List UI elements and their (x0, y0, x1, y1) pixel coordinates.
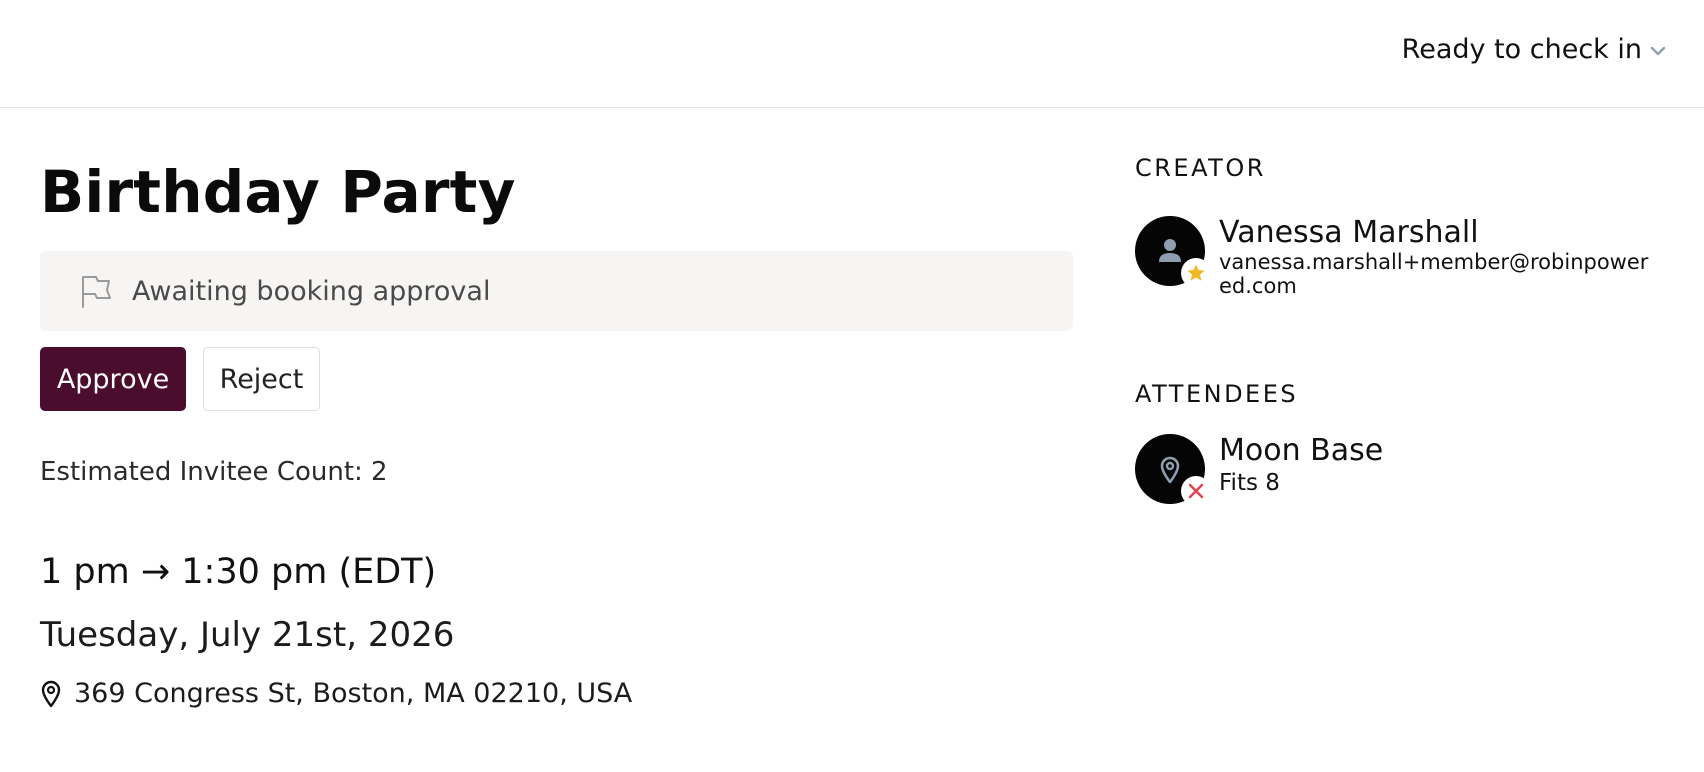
map-pin-icon (41, 680, 61, 707)
attendee-name: Moon Base (1219, 433, 1384, 468)
star-icon (1187, 264, 1205, 281)
x-icon (1188, 483, 1204, 499)
location-pin-icon (1160, 456, 1180, 484)
chevron-down-icon (1650, 46, 1666, 55)
approval-status-text: Awaiting booking approval (132, 275, 491, 307)
avatar (1135, 434, 1211, 506)
reject-button[interactable]: Reject (203, 347, 320, 411)
user-icon (1159, 239, 1181, 262)
invitee-count: Estimated Invitee Count: 2 (40, 457, 388, 487)
creator-email: vanessa.marshall+member@robinpowered.com (1219, 250, 1649, 298)
approve-button[interactable]: Approve (40, 347, 186, 411)
creator-section-label: CREATOR (1135, 154, 1266, 182)
attendee-capacity: Fits 8 (1219, 470, 1280, 496)
flag-icon (82, 276, 111, 308)
attendee-item[interactable]: Moon Base Fits 8 (1135, 433, 1384, 506)
event-date: Tuesday, July 21st, 2026 (40, 615, 455, 655)
attendee-status-badge (1181, 476, 1211, 506)
creator-card: Vanessa Marshall vanessa.marshall+member… (1135, 216, 1659, 298)
check-in-status-label: Ready to check in (1401, 34, 1642, 65)
top-bar: Ready to check in (0, 0, 1704, 108)
event-address-text: 369 Congress St, Boston, MA 02210, USA (74, 678, 633, 709)
approval-actions: Approve Reject (40, 347, 320, 411)
approval-status-banner: Awaiting booking approval (40, 251, 1073, 331)
attendees-section-label: ATTENDEES (1135, 380, 1299, 408)
avatar (1135, 216, 1211, 288)
page-title: Birthday Party (40, 158, 516, 226)
check-in-status-dropdown[interactable]: Ready to check in (1402, 34, 1666, 65)
creator-badge (1181, 258, 1211, 288)
event-address: 369 Congress St, Boston, MA 02210, USA (40, 678, 632, 709)
event-time: 1 pm → 1:30 pm (EDT) (40, 552, 437, 592)
creator-name: Vanessa Marshall (1219, 215, 1479, 250)
